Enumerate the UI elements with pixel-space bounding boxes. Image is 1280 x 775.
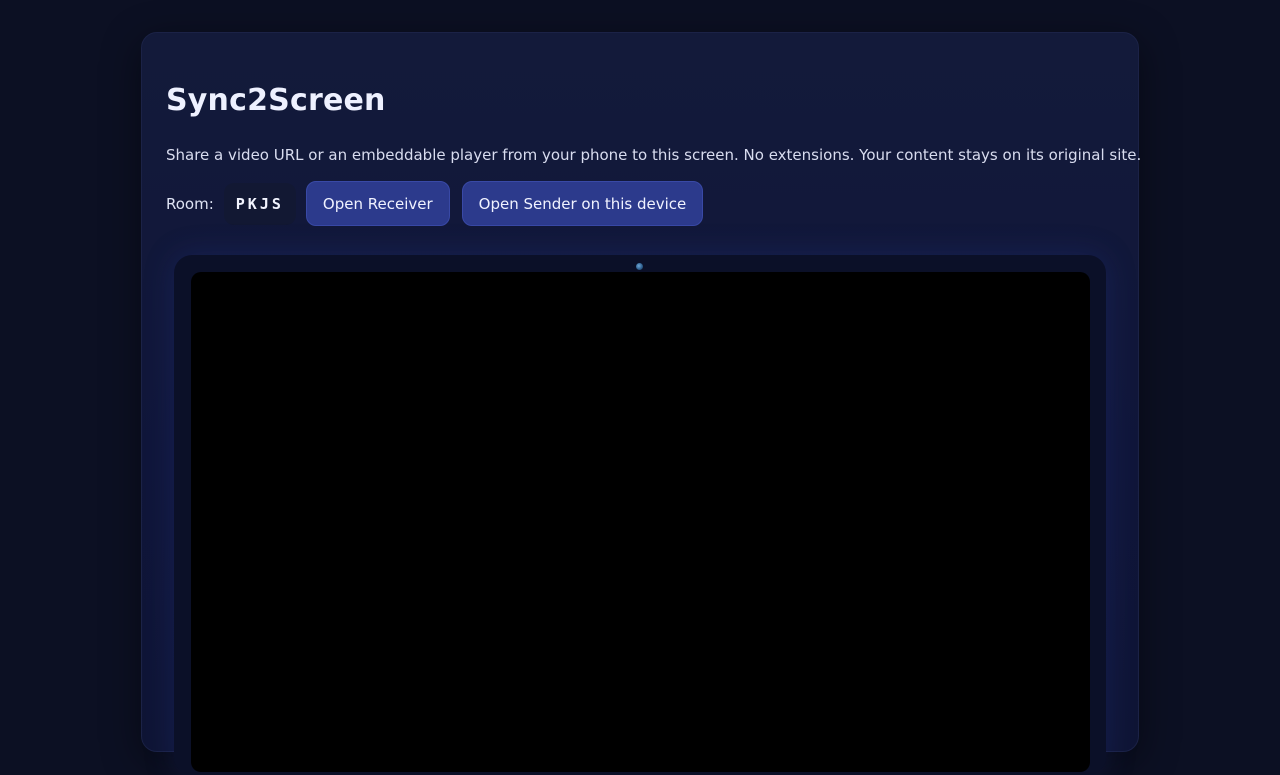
open-sender-button[interactable]: Open Sender on this device <box>461 181 704 226</box>
screen-display <box>191 272 1090 772</box>
room-row: Room: PKJS Open Receiver Open Sender on … <box>166 181 715 226</box>
page-description: Share a video URL or an embeddable playe… <box>166 146 1142 164</box>
device-frame <box>174 255 1106 775</box>
page-title: Sync2Screen <box>166 83 386 118</box>
room-label: Room: <box>166 194 214 213</box>
room-code-badge: PKJS <box>223 182 296 225</box>
open-receiver-button[interactable]: Open Receiver <box>305 181 450 226</box>
camera-icon <box>636 263 643 270</box>
main-card: Sync2Screen Share a video URL or an embe… <box>141 32 1142 775</box>
